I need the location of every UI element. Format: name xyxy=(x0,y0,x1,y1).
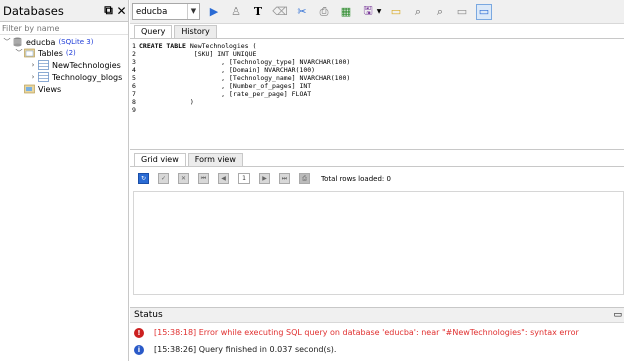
restore-icon[interactable]: ⧉ xyxy=(102,3,115,18)
views-icon xyxy=(24,84,35,94)
code-line: 6 , [Number_of_pages] INT xyxy=(132,82,312,90)
sql-editor[interactable]: 1 CREATE TABLE NewTechnologies ( 2 [SKU] … xyxy=(130,38,624,150)
next-page-icon[interactable]: ▶ xyxy=(259,173,270,184)
page-number[interactable]: 1 xyxy=(238,173,250,184)
table-icon xyxy=(38,60,49,70)
results-grid[interactable] xyxy=(133,191,624,295)
databases-panel-header: Databases ⧉ ✕ xyxy=(0,0,128,22)
code-line: 7 , [rate_per_page] FLOAT xyxy=(132,90,312,98)
database-icon xyxy=(13,37,22,47)
code-line: 4 , [Domain] NVARCHAR(100) xyxy=(132,66,316,74)
chevron-down-icon[interactable]: ▼ xyxy=(187,4,199,19)
status-message-info[interactable]: i [15:38:26] Query finished in 0.037 sec… xyxy=(134,343,336,356)
tables-folder-icon xyxy=(24,48,35,58)
databases-panel-title: Databases xyxy=(3,3,64,18)
first-page-icon[interactable]: ⏮ xyxy=(198,173,209,184)
refresh-icon[interactable]: ↻ xyxy=(138,173,149,184)
open-folder-icon[interactable]: ▭ xyxy=(388,4,404,20)
status-message-text: [15:38:18] Error while executing SQL que… xyxy=(154,328,579,337)
close-icon[interactable]: ▭ xyxy=(613,308,622,323)
result-toolbar: ↻ ✓ ✕ ⏮ ◀ 1 ▶ ⏭ ⎙ Total rows loaded: 0 xyxy=(130,166,624,190)
tree-item-tables[interactable]: ﹀ Tables (2) xyxy=(15,47,76,59)
chevron-right-icon[interactable]: › xyxy=(29,73,37,81)
table-name: Technology_blogs xyxy=(52,72,123,82)
info-icon: i xyxy=(134,344,144,355)
tab-query[interactable]: Query xyxy=(134,25,173,38)
status-message-error[interactable]: ! [15:38:18] Error while executing SQL q… xyxy=(134,326,579,339)
save-dropdown-icon[interactable]: ▼ xyxy=(376,4,382,20)
filter-input[interactable]: Filter by name xyxy=(0,23,128,35)
tab-history[interactable]: History xyxy=(174,25,217,38)
close-icon[interactable]: ✕ xyxy=(115,4,128,18)
rows-loaded-label: Total rows loaded: 0 xyxy=(321,174,391,183)
views-label: Views xyxy=(38,84,62,94)
table-name: NewTechnologies xyxy=(52,60,121,70)
last-page-icon[interactable]: ⏭ xyxy=(279,173,290,184)
find-icon[interactable]: ⌕ xyxy=(410,4,426,20)
chevron-right-icon[interactable]: › xyxy=(29,61,37,69)
database-select-value: educba xyxy=(136,6,168,17)
result-tabs: Grid view Form view xyxy=(134,153,245,166)
database-type: (SQLite 3) xyxy=(58,38,94,46)
status-panel-header: Status ▭ xyxy=(130,307,624,323)
export-icon[interactable]: ▦ xyxy=(338,4,354,20)
tables-count: (2) xyxy=(65,49,76,57)
tree-item-table[interactable]: › NewTechnologies xyxy=(29,59,121,71)
tab-form-view[interactable]: Form view xyxy=(187,153,243,166)
code-line: 5 , [Technology_name] NVARCHAR(100) xyxy=(132,74,351,82)
code-line: 2 [SKU] INT UNIQUE xyxy=(132,50,257,58)
clear-format-icon[interactable]: ⌫ xyxy=(272,4,288,20)
chevron-down-icon[interactable]: ﹀ xyxy=(3,37,11,47)
rollback-icon[interactable]: ✕ xyxy=(178,173,189,184)
code-line: 3 , [Technology_type] NVARCHAR(100) xyxy=(132,58,351,66)
tree-item-views[interactable]: Views xyxy=(23,83,61,95)
code-line: 1 CREATE TABLE NewTechnologies ( xyxy=(132,42,257,50)
tree-item-table[interactable]: › Technology_blogs xyxy=(29,71,122,83)
format-text-icon[interactable]: T xyxy=(250,4,266,20)
editor-tabs: Query History xyxy=(134,25,219,38)
table-icon xyxy=(38,72,49,82)
code-line: 9 xyxy=(132,106,136,114)
error-icon: ! xyxy=(134,327,144,338)
status-title: Status xyxy=(134,310,163,320)
status-message-text: [15:38:26] Query finished in 0.037 secon… xyxy=(154,345,337,354)
database-select[interactable]: educba ▼ xyxy=(132,3,200,20)
code-line: 8 ) xyxy=(132,98,194,106)
print-icon[interactable]: ⎙ xyxy=(299,173,310,184)
layout-vertical-icon[interactable]: ▭ xyxy=(476,3,492,20)
execute-icon[interactable]: ▶ xyxy=(206,4,222,20)
main-toolbar: educba ▼ ▶ ♙ T ⌫ ✂ ⎙ ▦ 🖫 ▼ ▭ ⌕ ⌕ ▭ ▭ xyxy=(130,0,624,24)
cut-icon[interactable]: ✂ xyxy=(294,4,310,20)
previous-page-icon[interactable]: ◀ xyxy=(218,173,229,184)
save-icon[interactable]: 🖫 xyxy=(360,4,376,20)
print-icon[interactable]: ⎙ xyxy=(316,4,332,20)
explain-icon[interactable]: ♙ xyxy=(228,4,244,20)
layout-horizontal-icon[interactable]: ▭ xyxy=(454,4,470,20)
commit-icon[interactable]: ✓ xyxy=(158,173,169,184)
databases-panel: Databases ⧉ ✕ Filter by name ﹀ educba (S… xyxy=(0,0,129,361)
chevron-down-icon[interactable]: ﹀ xyxy=(15,48,23,58)
database-name: educba xyxy=(26,37,56,47)
find-replace-icon[interactable]: ⌕ xyxy=(432,4,448,20)
tab-grid-view[interactable]: Grid view xyxy=(134,153,186,166)
tables-label: Tables xyxy=(38,48,63,58)
